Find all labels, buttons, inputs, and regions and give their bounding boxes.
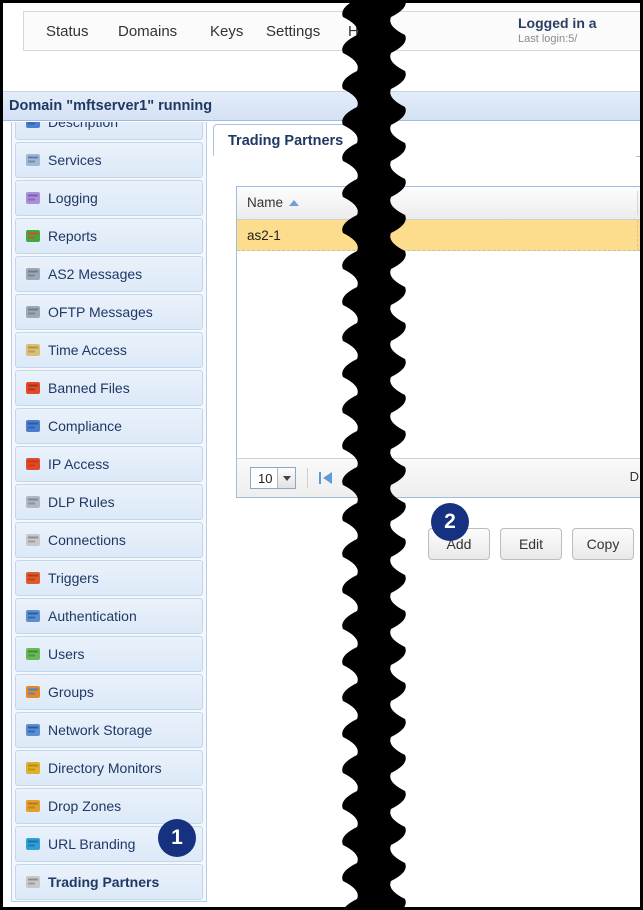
sidebar-item-compliance[interactable]: Compliance: [15, 408, 203, 444]
sidebar-item-description[interactable]: Description: [15, 122, 203, 140]
sidebar-item-label: Directory Monitors: [48, 760, 162, 776]
sidebar-item-label: Time Access: [48, 342, 127, 358]
column-header-name-label: Name: [247, 195, 284, 210]
url-branding-icon: [24, 835, 42, 853]
callout-badge-1: 1: [158, 819, 196, 857]
copy-button[interactable]: Copy: [572, 528, 634, 560]
page-size-value: 10: [258, 470, 273, 486]
sidebar-item-logging[interactable]: Logging: [15, 180, 203, 216]
sidebar-item-label: Authentication: [48, 608, 137, 624]
description-icon: [24, 122, 42, 131]
tab-trading-partners[interactable]: Trading Partners: [213, 124, 359, 156]
sidebar-item-label: Drop Zones: [48, 798, 122, 814]
trading-partners-icon: [24, 873, 42, 891]
sidebar-item-directory-monitors[interactable]: Directory Monitors: [15, 750, 203, 786]
services-icon: [24, 151, 42, 169]
sidebar-item-oftp-messages[interactable]: OFTP Messages: [15, 294, 203, 330]
sidebar-item-label: Banned Files: [48, 380, 130, 396]
grid-pagination-bar: 10 D: [237, 458, 640, 497]
sidebar-item-connections[interactable]: Connections: [15, 522, 203, 558]
toolbar-divider: [307, 468, 308, 488]
sidebar-item-label: Services: [48, 152, 102, 168]
groups-icon: [24, 683, 42, 701]
page-size-select[interactable]: 10: [250, 467, 296, 489]
logging-icon: [24, 189, 42, 207]
sidebar-item-label: Description: [48, 122, 119, 130]
directory-monitors-icon: [24, 759, 42, 777]
sidebar-item-authentication[interactable]: Authentication: [15, 598, 203, 634]
callout-badge-2: 2: [431, 503, 469, 541]
triggers-icon: [24, 569, 42, 587]
sidebar-item-banned-files[interactable]: Banned Files: [15, 370, 203, 406]
as2-messages-icon: [24, 265, 42, 283]
sidebar-item-time-access[interactable]: Time Access: [15, 332, 203, 368]
sidebar-item-trading-partners[interactable]: Trading Partners: [15, 864, 203, 900]
sidebar-item-label: Groups: [48, 684, 94, 700]
chevron-down-icon[interactable]: [277, 468, 295, 488]
cell-name: as2-1: [247, 228, 281, 243]
table-row[interactable]: as2-1: [237, 220, 640, 251]
sidebar-item-label: Connections: [48, 532, 126, 548]
tab-strip: Trading Partners: [213, 122, 640, 157]
sidebar-item-services[interactable]: Services: [15, 142, 203, 178]
trading-partners-panel: Name Tag as2-1 10: [213, 156, 640, 896]
reports-icon: [24, 227, 42, 245]
sidebar-item-label: DLP Rules: [48, 494, 115, 510]
sidebar-item-label: AS2 Messages: [48, 266, 143, 282]
menu-item-domains[interactable]: Domains: [112, 12, 183, 52]
login-info: Logged in a Last login:5/: [518, 15, 638, 45]
edit-button[interactable]: Edit: [500, 528, 562, 560]
banned-files-icon: [24, 379, 42, 397]
connections-icon: [24, 531, 42, 549]
time-access-icon: [24, 341, 42, 359]
domain-status-banner: Domain "mftserver1" running: [3, 91, 640, 121]
column-header-name[interactable]: Name: [237, 187, 637, 219]
sidebar-item-label: Users: [48, 646, 85, 662]
sidebar-item-label: Logging: [48, 190, 98, 206]
network-storage-icon: [24, 721, 42, 739]
previous-page-button[interactable]: [347, 470, 363, 486]
sidebar-item-label: Compliance: [48, 418, 122, 434]
dlp-rules-icon: [24, 493, 42, 511]
sidebar-item-label: IP Access: [48, 456, 110, 472]
drop-zones-icon: [24, 797, 42, 815]
logged-in-label: Logged in a: [518, 15, 597, 31]
pagination-status-text: D: [629, 469, 639, 484]
sidebar-item-as2-messages[interactable]: AS2 Messages: [15, 256, 203, 292]
app-page: Status Domains Keys Settings Help Logged…: [3, 3, 640, 907]
sidebar-item-groups[interactable]: Groups: [15, 674, 203, 710]
column-header-tag[interactable]: Tag: [638, 187, 640, 219]
menu-item-settings[interactable]: Settings: [260, 12, 326, 52]
users-icon: [24, 645, 42, 663]
sidebar-nav: Description Services Logging Reports AS2 Mes…: [11, 122, 207, 902]
menu-item-help[interactable]: Help: [342, 12, 385, 52]
screenshot-frame: Status Domains Keys Settings Help Logged…: [0, 0, 643, 910]
menu-item-keys[interactable]: Keys: [204, 12, 249, 52]
sort-ascending-icon: [289, 200, 300, 207]
last-login-label: Last login:5/: [518, 33, 578, 45]
main-content: Trading Partners Name Tag as2-1: [213, 122, 640, 896]
cell-tag: [638, 220, 640, 251]
oftp-messages-icon: [24, 303, 42, 321]
domain-status-text: Domain "mftserver1" running: [9, 98, 213, 114]
sidebar-item-dlp-rules[interactable]: DLP Rules: [15, 484, 203, 520]
sidebar-item-label: Triggers: [48, 570, 99, 586]
authentication-icon: [24, 607, 42, 625]
sidebar-item-network-storage[interactable]: Network Storage: [15, 712, 203, 748]
compliance-icon: [24, 417, 42, 435]
ip-access-icon: [24, 455, 42, 473]
menu-item-status[interactable]: Status: [40, 12, 95, 52]
sidebar-item-reports[interactable]: Reports: [15, 218, 203, 254]
grid-header-row: Name Tag: [237, 187, 640, 220]
sidebar-item-users[interactable]: Users: [15, 636, 203, 672]
sidebar-item-label: Reports: [48, 228, 98, 244]
sidebar-item-triggers[interactable]: Triggers: [15, 560, 203, 596]
sidebar-item-label: URL Branding: [48, 836, 136, 852]
sidebar-item-label: OFTP Messages: [48, 304, 153, 320]
trading-partners-grid: Name Tag as2-1 10: [236, 186, 640, 498]
sidebar-item-ip-access[interactable]: IP Access: [15, 446, 203, 482]
sidebar-item-label: Network Storage: [48, 722, 153, 738]
first-page-button[interactable]: [319, 470, 335, 486]
sidebar-item-label: Trading Partners: [48, 874, 160, 890]
